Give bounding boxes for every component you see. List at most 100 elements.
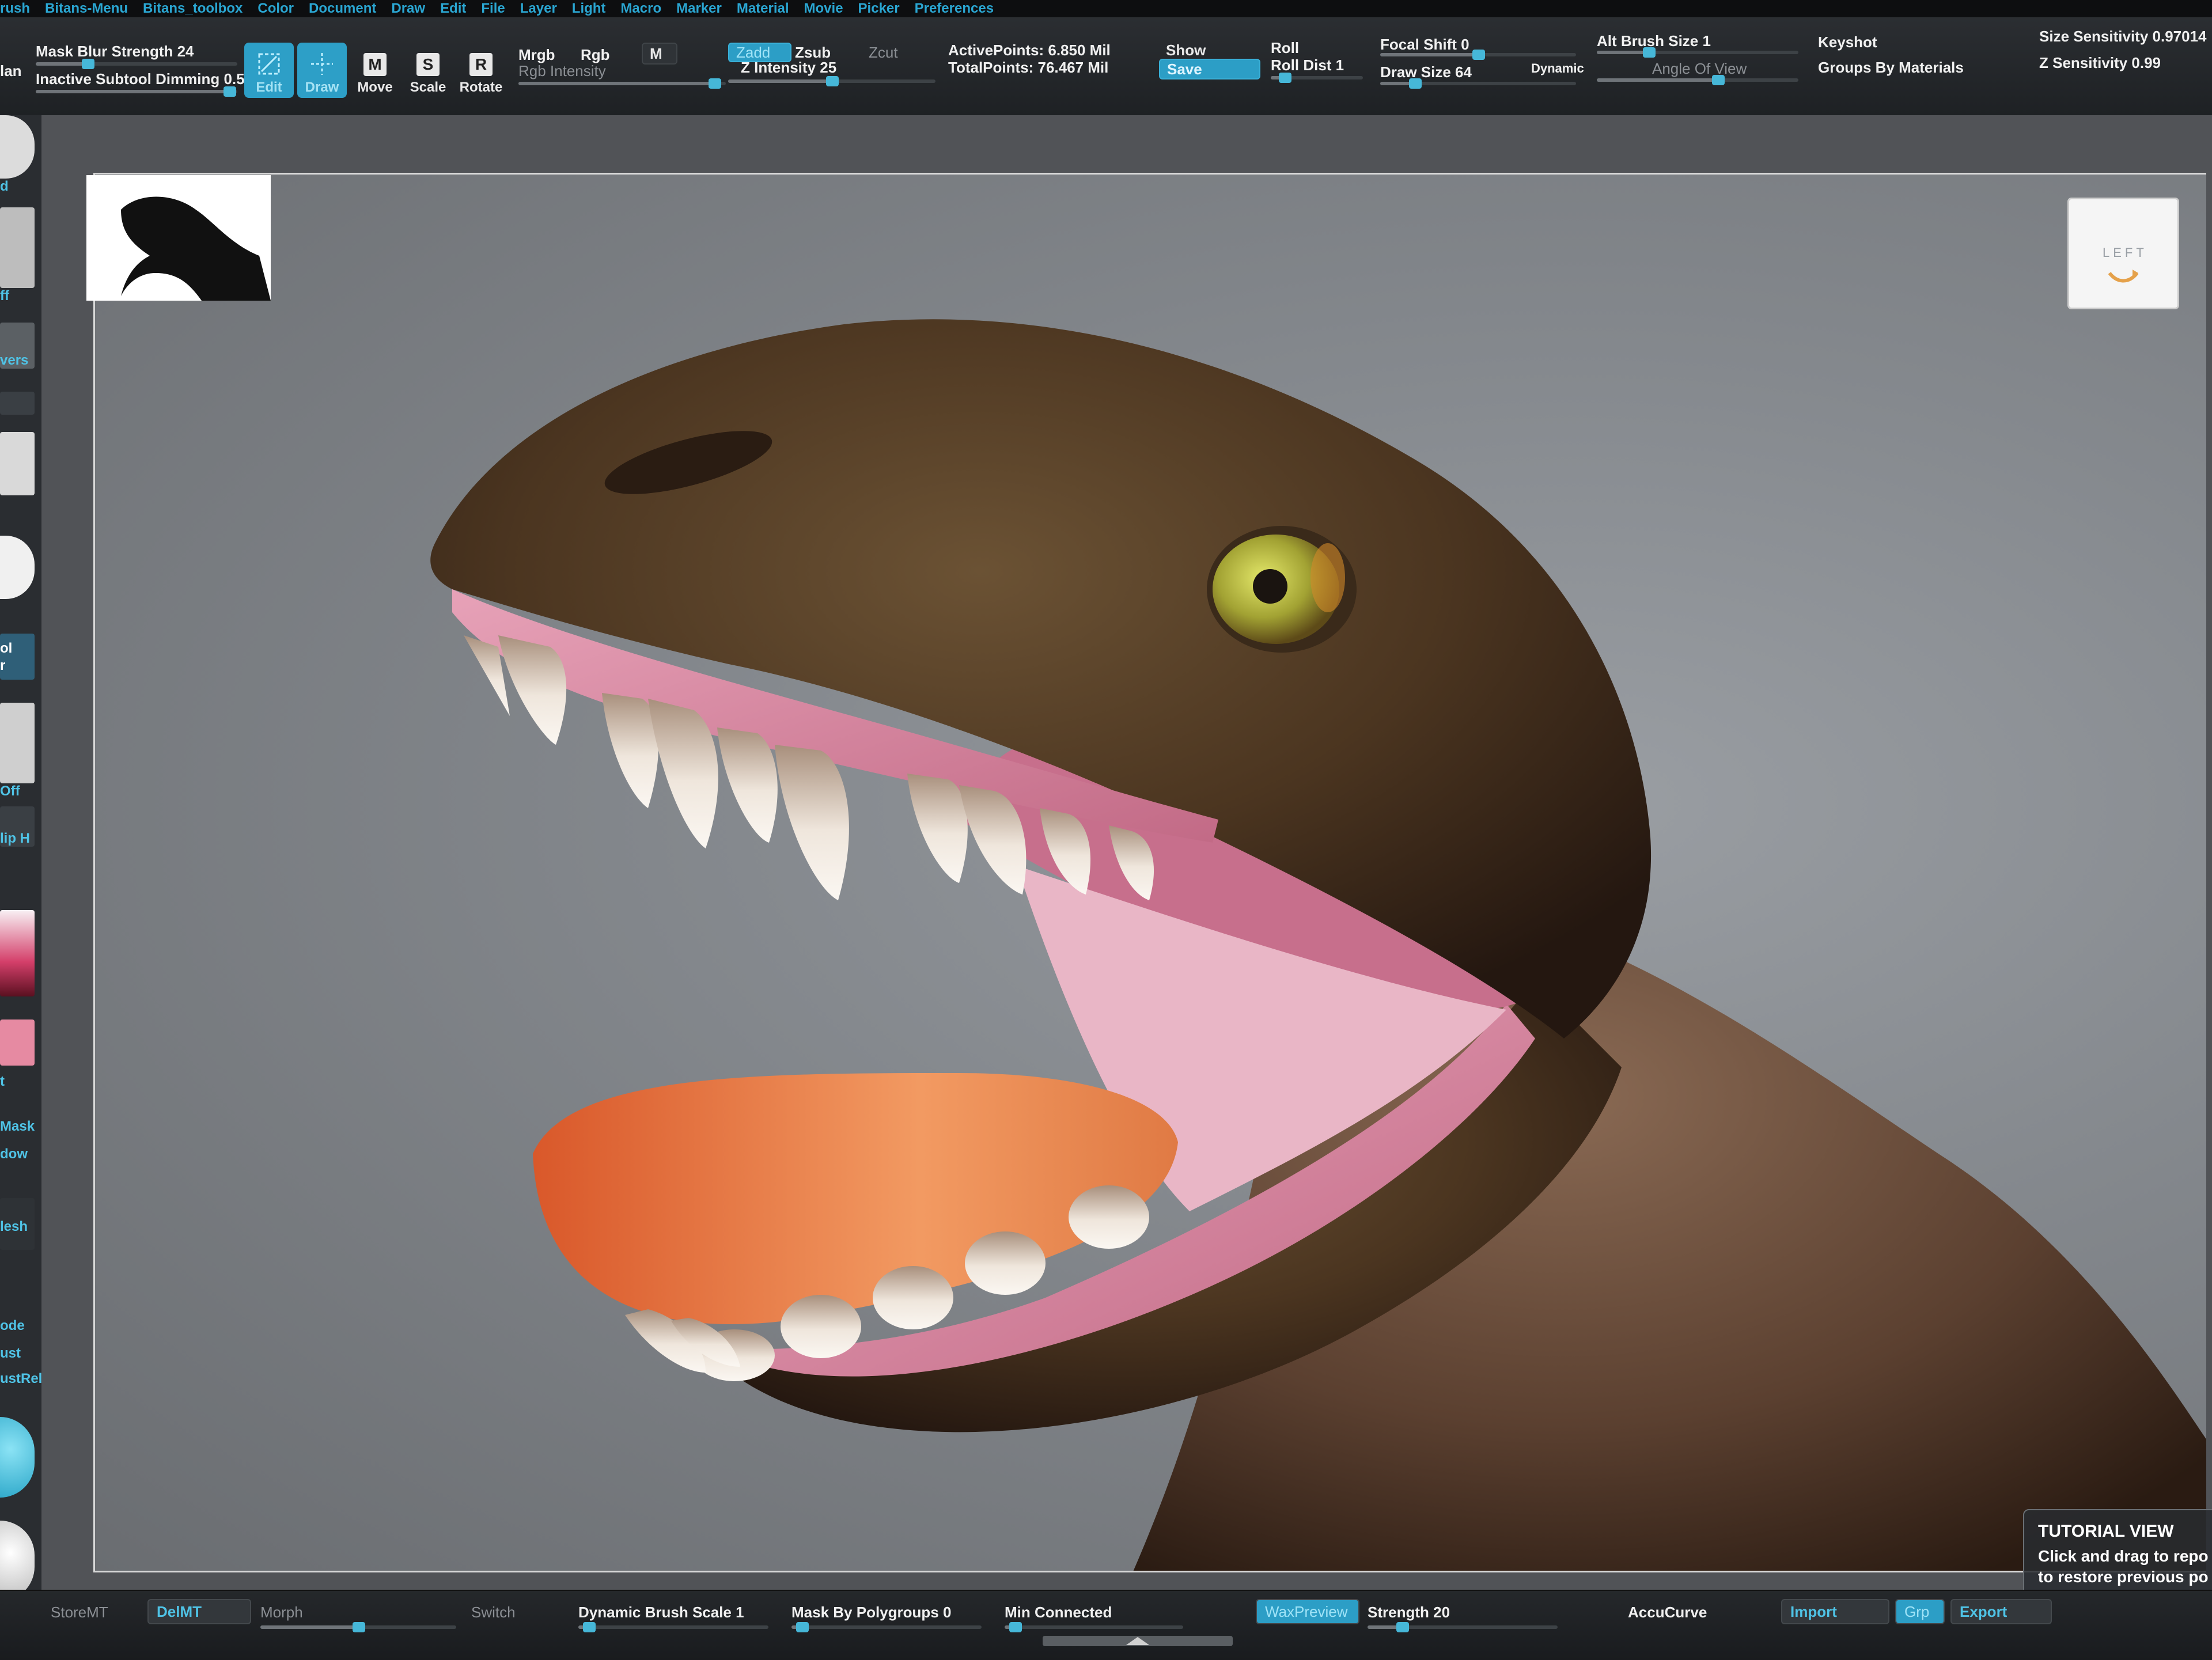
white-sphere-swatch[interactable] xyxy=(0,1521,35,1601)
tray-label: ust xyxy=(0,1346,21,1361)
menu-item-file[interactable]: File xyxy=(481,1,505,17)
silhouette-icon xyxy=(121,196,271,301)
tray-label: vers xyxy=(0,353,29,368)
roll-dist-slider[interactable] xyxy=(1271,73,1363,83)
bottom-shelf: StoreMT DelMT Morph Switch Dynamic Brush… xyxy=(0,1590,2212,1660)
groups-by-materials-button[interactable]: Groups By Materials xyxy=(1818,59,1964,77)
alpha-swatch[interactable] xyxy=(0,536,35,599)
inactive-subtool-dimming-label: Inactive Subtool Dimming 0.5 xyxy=(36,70,245,88)
navigation-thumbnail[interactable] xyxy=(86,175,271,301)
material-sphere-swatch[interactable] xyxy=(0,115,35,179)
edit-icon xyxy=(258,53,280,75)
tray-label: lesh xyxy=(0,1219,28,1234)
switch-button[interactable]: Switch xyxy=(471,1604,516,1621)
angle-of-view-slider[interactable] xyxy=(1597,75,1798,85)
main-color-swatch[interactable] xyxy=(0,1020,35,1066)
mask-blur-strength-slider[interactable] xyxy=(36,59,237,69)
tray-label: dow xyxy=(0,1146,28,1162)
menu-item-rush[interactable]: rush xyxy=(0,1,30,17)
min-connected-slider[interactable] xyxy=(1005,1622,1183,1632)
menu-item-bitans-toolbox[interactable]: Bitans_toolbox xyxy=(143,1,243,17)
menu-item-macro[interactable]: Macro xyxy=(620,1,661,17)
zcut-button[interactable]: Zcut xyxy=(869,44,898,62)
z-sensitivity-label: Z Sensitivity 0.99 xyxy=(2039,54,2161,71)
mrgb-button[interactable]: Mrgb xyxy=(518,46,555,64)
draw-size-slider[interactable] xyxy=(1380,78,1576,89)
viewport[interactable]: LEFT TUTORIAL VIEW Click and drag to rep… xyxy=(41,115,2212,1613)
scale-mode-button[interactable]: S Scale xyxy=(403,43,453,98)
menu-item-color[interactable]: Color xyxy=(257,1,294,17)
export-button[interactable]: Export xyxy=(1950,1599,2052,1624)
edit-label: Edit xyxy=(256,79,282,95)
delmt-button[interactable]: DelMT xyxy=(147,1599,251,1624)
trex-head-model xyxy=(430,319,2206,1571)
truncated-label: lan xyxy=(0,62,22,79)
tray-label: d xyxy=(0,179,9,194)
rgb-button[interactable]: Rgb xyxy=(581,46,610,64)
rgb-intensity-slider[interactable] xyxy=(518,78,726,89)
rgb-intensity-label: Rgb Intensity xyxy=(518,62,606,79)
orientation-arrow-icon xyxy=(2108,270,2139,283)
draw-size-label: Draw Size 64 xyxy=(1380,63,1472,81)
tutorial-text-line1: Click and drag to repo xyxy=(2038,1547,2209,1565)
move-mode-button[interactable]: M Move xyxy=(350,43,400,98)
rotate-icon: R xyxy=(469,53,493,76)
navigation-cube[interactable]: LEFT xyxy=(2069,199,2177,308)
accucurve-toggle[interactable]: AccuCurve xyxy=(1628,1604,1707,1621)
document-canvas[interactable] xyxy=(93,173,2206,1572)
menu-item-document[interactable]: Document xyxy=(309,1,376,17)
min-connected-label: Min Connected xyxy=(1005,1604,1112,1621)
import-button[interactable]: Import xyxy=(1781,1599,1889,1624)
m-button[interactable]: M xyxy=(642,43,677,65)
show-button[interactable]: Show xyxy=(1159,40,1260,60)
edit-mode-button[interactable]: Edit xyxy=(244,43,294,98)
tray-slot[interactable] xyxy=(0,392,35,415)
menu-item-edit[interactable]: Edit xyxy=(440,1,466,17)
cyan-sphere-swatch[interactable] xyxy=(0,1417,35,1498)
menu-item-movie[interactable]: Movie xyxy=(804,1,843,17)
dynamic-toggle[interactable]: Dynamic xyxy=(1531,61,1584,76)
storemt-button[interactable]: StoreMT xyxy=(51,1604,108,1621)
draw-mode-button[interactable]: Draw xyxy=(297,43,347,98)
morph-slider[interactable] xyxy=(260,1622,456,1632)
mask-blur-strength-label: Mask Blur Strength 24 xyxy=(36,43,194,60)
mask-by-polygroups-label: Mask By Polygroups 0 xyxy=(791,1604,952,1621)
morph-label: Morph xyxy=(260,1604,303,1621)
focal-shift-slider[interactable] xyxy=(1380,50,1576,60)
strength-slider[interactable] xyxy=(1368,1622,1558,1632)
stroke-swatch[interactable] xyxy=(0,432,35,495)
tray-collapse-handle[interactable] xyxy=(1043,1636,1233,1646)
size-sensitivity-label: Size Sensitivity 0.97014 xyxy=(2039,28,2207,45)
menu-item-bitans-menu[interactable]: Bitans-Menu xyxy=(45,1,128,17)
dynamic-brush-scale-label: Dynamic Brush Scale 1 xyxy=(578,1604,744,1621)
move-label: Move xyxy=(357,79,393,95)
tray-label: lip H xyxy=(0,831,30,846)
z-intensity-slider[interactable] xyxy=(728,76,935,86)
alt-brush-size-slider[interactable] xyxy=(1597,47,1798,58)
rotate-mode-button[interactable]: R Rotate xyxy=(456,43,506,98)
menu-item-layer[interactable]: Layer xyxy=(520,1,557,17)
menu-item-picker[interactable]: Picker xyxy=(858,1,900,17)
brush-swatch[interactable] xyxy=(0,207,35,288)
grp-toggle[interactable]: Grp xyxy=(1895,1599,1945,1624)
z-intensity-label: Z Intensity 25 xyxy=(741,59,837,76)
inactive-subtool-dimming-slider[interactable] xyxy=(36,86,237,97)
texture-swatch[interactable] xyxy=(0,703,35,783)
tray-label: t xyxy=(0,1074,5,1089)
menu-item-material[interactable]: Material xyxy=(737,1,789,17)
save-button[interactable]: Save xyxy=(1159,59,1260,79)
menu-item-draw[interactable]: Draw xyxy=(391,1,425,17)
menu-item-light[interactable]: Light xyxy=(572,1,606,17)
mask-by-polygroups-slider[interactable] xyxy=(791,1622,982,1632)
keyshot-button[interactable]: Keyshot xyxy=(1818,33,1877,51)
active-points-readout: ActivePoints: 6.850 Mil xyxy=(948,41,1111,59)
dynamic-brush-scale-slider[interactable] xyxy=(578,1622,768,1632)
draw-label: Draw xyxy=(305,79,339,95)
menu-item-preferences[interactable]: Preferences xyxy=(915,1,994,17)
roll-dist-label: Roll Dist 1 xyxy=(1271,56,1344,74)
waxpreview-toggle[interactable]: WaxPreview xyxy=(1256,1599,1359,1624)
color-picker[interactable] xyxy=(0,910,35,996)
chevron-up-icon xyxy=(1126,1637,1149,1645)
roll-button[interactable]: Roll xyxy=(1271,39,1299,57)
menu-item-marker[interactable]: Marker xyxy=(676,1,722,17)
